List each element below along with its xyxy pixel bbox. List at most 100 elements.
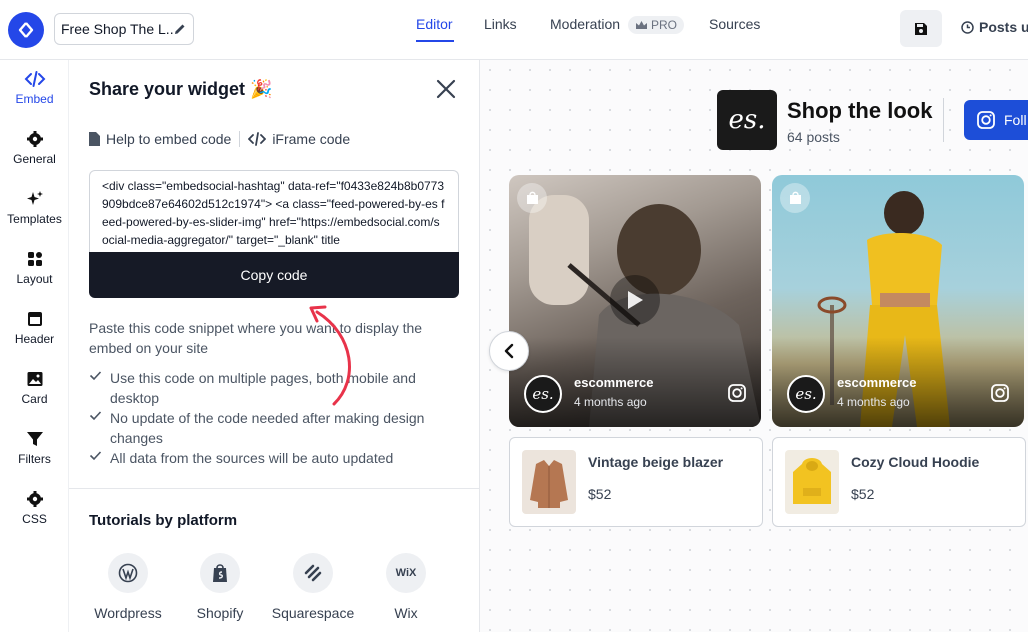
product-price: $52: [851, 486, 875, 502]
product-name: Vintage beige blazer: [588, 454, 724, 470]
instagram-icon[interactable]: [990, 383, 1010, 403]
sidebar-item-general[interactable]: General: [0, 130, 69, 166]
widget-title-field[interactable]: Free Shop The L...: [54, 13, 194, 45]
active-tab-indicator: [416, 40, 454, 42]
follow-label: Foll: [1004, 112, 1027, 128]
divider: [943, 98, 944, 142]
platform-label: Shopify: [196, 605, 244, 621]
annotation-arrow: [309, 305, 351, 406]
logo-icon: [18, 22, 34, 38]
post-time: 4 months ago: [574, 395, 647, 409]
copy-code-button[interactable]: Copy code: [89, 252, 459, 298]
posts-update-label: Posts u: [979, 19, 1028, 35]
sidebar-item-card[interactable]: Card: [0, 370, 69, 406]
checklist-item: Use this code on multiple pages, both mo…: [89, 368, 439, 408]
widget-title: Free Shop The L...: [61, 21, 173, 37]
checklist-item: All data from the sources will be auto u…: [89, 448, 439, 468]
shop-bag-icon: [517, 183, 547, 213]
sidebar-item-filters[interactable]: Filters: [0, 430, 69, 466]
pencil-icon[interactable]: [173, 22, 187, 36]
wordpress-icon: [108, 553, 148, 593]
avatar: es.: [524, 375, 562, 413]
posts-update-button[interactable]: Posts u: [961, 19, 1028, 35]
checkmark-icon: [89, 371, 102, 381]
platform-label: Squarespace: [271, 605, 355, 621]
save-button[interactable]: [900, 10, 942, 47]
funnel-icon: [26, 432, 43, 446]
tab-sources[interactable]: Sources: [709, 16, 760, 32]
post-username: escommerce: [574, 375, 654, 390]
panel-title: Share your widget 🎉: [89, 79, 273, 99]
close-icon[interactable]: [435, 78, 457, 100]
platform-shopify[interactable]: Shopify: [185, 553, 255, 621]
gear-icon: [26, 131, 43, 147]
separator: [239, 131, 241, 147]
shopify-icon: [200, 553, 240, 593]
sidebar-item-label: CSS: [22, 512, 47, 526]
pro-badge-label: PRO: [650, 18, 677, 33]
checkmark-icon: [89, 451, 102, 461]
code-icon: [24, 71, 45, 87]
instructions-text: Paste this code snippet where you want t…: [89, 320, 423, 356]
shop-logo: es.: [717, 90, 777, 150]
tutorials-title: Tutorials by platform: [89, 512, 238, 529]
sidebar-item-css[interactable]: CSS: [0, 490, 69, 526]
app-logo[interactable]: [8, 12, 44, 48]
checkmark-icon: [89, 411, 102, 421]
wix-icon-text: WiX: [395, 567, 417, 579]
post-card[interactable]: es. escommerce 4 months ago: [509, 175, 761, 427]
help-embed-link[interactable]: Help to embed code: [106, 131, 231, 147]
product-price: $52: [588, 486, 612, 502]
follow-button[interactable]: Foll: [964, 100, 1028, 140]
gear-icon: [26, 491, 43, 507]
carousel-prev-button[interactable]: [489, 331, 529, 371]
pro-badge: PRO: [627, 16, 684, 35]
header-icon: [27, 312, 42, 326]
sidebar-item-label: Card: [21, 392, 48, 406]
clock-icon: [961, 20, 974, 34]
product-name: Cozy Cloud Hoodie: [851, 454, 980, 470]
tab-editor[interactable]: Editor: [416, 16, 453, 32]
checklist-item-text: Use this code on multiple pages, both mo…: [110, 370, 416, 406]
sidebar-item-embed[interactable]: Embed: [0, 70, 69, 106]
sidebar-item-label: Templates: [7, 212, 62, 226]
sidebar-item-header[interactable]: Header: [0, 310, 69, 346]
sidebar-item-label: General: [13, 152, 56, 166]
sidebar-item-templates[interactable]: Templates: [0, 190, 69, 226]
iframe-code-link[interactable]: iFrame code: [272, 131, 350, 147]
chevron-left-icon: [504, 343, 514, 359]
sidebar-item-layout[interactable]: Layout: [0, 250, 69, 286]
divider: [69, 488, 480, 489]
top-bar: Free Shop The L... Editor Links Moderati…: [0, 0, 1028, 60]
checklist-item: No update of the code needed after makin…: [89, 408, 439, 448]
instagram-icon[interactable]: [727, 383, 747, 403]
platform-label: Wordpress: [94, 605, 162, 621]
product-card[interactable]: Cozy Cloud Hoodie $52: [772, 437, 1026, 527]
checklist-item-text: No update of the code needed after makin…: [110, 410, 425, 446]
platform-squarespace[interactable]: Squarespace: [268, 553, 358, 621]
product-card[interactable]: Vintage beige blazer $52: [509, 437, 763, 527]
post-card[interactable]: es. escommerce 4 months ago: [772, 175, 1024, 427]
post-username: escommerce: [837, 375, 917, 390]
crown-icon: [635, 21, 647, 30]
checklist-item-text: All data from the sources will be auto u…: [110, 450, 394, 466]
product-image: [522, 450, 576, 514]
sidebar-item-label: Embed: [15, 92, 54, 106]
save-icon: [915, 22, 927, 35]
product-image: [785, 450, 839, 514]
embed-code-textarea[interactable]: <div class="embedsocial-hashtag" data-re…: [89, 170, 459, 252]
sparkle-icon: [26, 191, 43, 205]
platform-wordpress[interactable]: Wordpress: [93, 553, 163, 621]
sidebar-item-label: Filters: [18, 452, 51, 466]
widget-preview: es. Shop the look 64 posts Foll es. esco…: [480, 60, 1028, 632]
instagram-icon: [977, 111, 995, 129]
platform-wix[interactable]: WiX Wix: [371, 553, 441, 621]
post-time: 4 months ago: [837, 395, 910, 409]
shop-title: Shop the look: [787, 98, 933, 123]
sidebar-item-label: Layout: [16, 272, 53, 286]
tab-links[interactable]: Links: [484, 16, 517, 32]
tab-moderation[interactable]: Moderation PRO: [550, 16, 684, 35]
tab-moderation-label: Moderation: [550, 16, 621, 32]
play-icon[interactable]: [610, 275, 660, 325]
post-count: 64 posts: [787, 129, 840, 145]
